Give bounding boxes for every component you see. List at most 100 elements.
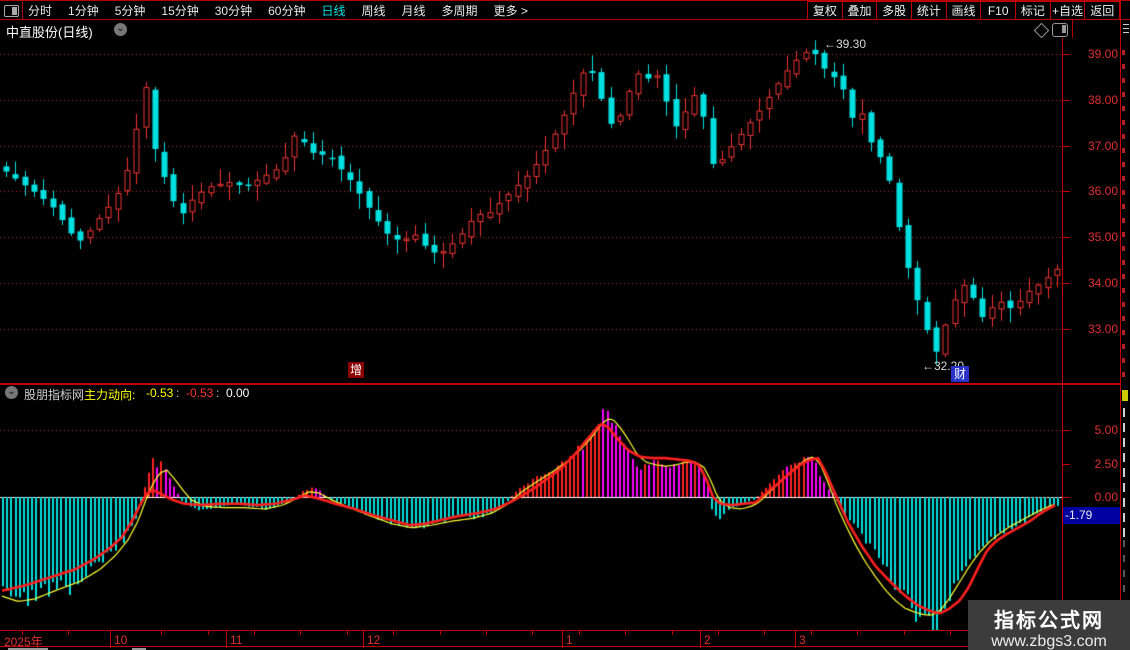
minor-tick: [625, 631, 626, 635]
menu-item-8[interactable]: 月线: [402, 2, 426, 19]
clipped-fragment: [1123, 24, 1129, 25]
menu-item-5[interactable]: 60分钟: [268, 2, 305, 19]
minor-tick: [764, 631, 765, 635]
clipped-fragment: [1123, 438, 1125, 447]
minor-tick: [857, 631, 858, 635]
time-axis: 2025年 10 11 12 1 2 3: [0, 630, 1120, 649]
minor-tick: [486, 631, 487, 635]
clipped-fragment: [1122, 176, 1125, 181]
minor-tick: [68, 631, 69, 635]
clipped-fragment: [1122, 204, 1125, 209]
clipped-fragment: [1122, 162, 1125, 167]
clipped-fragment: [1123, 32, 1129, 33]
clipped-fragment: [1123, 408, 1125, 417]
price-axis-label: 39.00: [1087, 47, 1118, 61]
window-panel-icon[interactable]: [4, 5, 19, 17]
menu-item-6[interactable]: 日线: [321, 2, 345, 19]
menu-item-4[interactable]: 30分钟: [215, 2, 252, 19]
event-marker-cai[interactable]: 财: [951, 366, 969, 382]
minor-tick: [254, 631, 255, 635]
action-button-5[interactable]: F10: [980, 1, 1017, 20]
clipped-fragment: [1122, 246, 1125, 251]
month-separator: [110, 631, 111, 648]
title-bar: 中直股份(日线) ⌄: [0, 20, 1130, 40]
time-axis-label: 3: [799, 633, 806, 647]
clipped-fragment: [1122, 358, 1125, 363]
clipped-fragment: [1123, 528, 1125, 537]
clipped-fragment: [1123, 540, 1125, 547]
indicator-value-red: -0.53: [186, 386, 214, 400]
menu-item-7[interactable]: 周线: [361, 2, 385, 19]
clipped-fragment: [1122, 372, 1125, 377]
colon: :: [216, 386, 220, 400]
action-button-8[interactable]: 返回: [1084, 1, 1121, 20]
clipped-fragment: [1123, 28, 1129, 29]
price-axis-label: 38.00: [1087, 92, 1118, 107]
action-button-1[interactable]: 叠加: [841, 1, 878, 20]
axis-tick: [1063, 191, 1070, 193]
month-separator: [226, 631, 227, 648]
action-button-2[interactable]: 多股: [876, 1, 913, 20]
price-axis-label: 36.00: [1087, 184, 1118, 199]
axis-tick: [1063, 145, 1070, 147]
current-value-box: -1.79: [1063, 507, 1120, 524]
menu-item-0[interactable]: 分时: [28, 2, 52, 19]
right-edge-clipped-panel: [1121, 0, 1130, 650]
clipped-fragment: [1123, 498, 1125, 507]
clipped-fragment: [1123, 483, 1125, 492]
action-button-6[interactable]: 标记: [1015, 1, 1051, 20]
menu-divider: [22, 2, 23, 19]
time-axis-label: 1: [566, 633, 573, 647]
period-menu-bar: 分时 1分钟 5分钟 15分钟 30分钟 60分钟 日线 周线 月线 多周期 更多 > 复权 叠加 多股…: [0, 0, 1130, 20]
menu-item-2[interactable]: 5分钟: [115, 2, 146, 19]
event-marker-zeng[interactable]: 增: [348, 362, 364, 378]
price-axis-label: 34.00: [1087, 276, 1118, 290]
chevron-down-icon[interactable]: ⌄: [114, 23, 127, 36]
watermark-badge: 指标公式网 www.zbgs3.com: [968, 600, 1130, 650]
diamond-icon[interactable]: [1033, 22, 1050, 39]
axis-tick: [1063, 237, 1070, 239]
collapse-chevron-icon[interactable]: ⌄: [5, 386, 18, 399]
month-separator: [700, 631, 701, 648]
minor-tick: [440, 631, 441, 635]
clipped-fragment: [1122, 190, 1125, 195]
action-button-3[interactable]: 统计: [911, 1, 947, 20]
indicator-axis-label: 0.00: [1094, 490, 1118, 504]
indicator-chart-canvas[interactable]: [0, 402, 1062, 630]
minor-tick: [393, 631, 394, 635]
time-axis-label: 10: [114, 633, 128, 647]
clipped-fragment: [1122, 218, 1125, 223]
minor-tick: [718, 631, 719, 635]
price-axis-label: 33.00: [1087, 321, 1118, 336]
clipped-fragment: [1122, 78, 1125, 83]
clipped-fragment: [1122, 390, 1128, 401]
indicator-value-white: 0.00: [226, 386, 250, 400]
clipped-fragment: [1122, 330, 1125, 335]
month-separator: [795, 631, 796, 648]
period-menu: 分时 1分钟 5分钟 15分钟 30分钟 60分钟 日线 周线 月线 多周期 更多 >: [28, 1, 528, 19]
menu-item-9[interactable]: 多周期: [442, 2, 478, 19]
minor-tick: [904, 631, 905, 635]
menu-item-1[interactable]: 1分钟: [68, 2, 99, 19]
price-axis-label: 37.00: [1087, 138, 1118, 153]
minor-tick: [532, 631, 533, 635]
minor-tick: [347, 631, 348, 635]
action-button-0[interactable]: 复权: [807, 1, 843, 20]
layout-toggle-icon[interactable]: [1052, 23, 1068, 37]
axis-border: [1062, 38, 1063, 647]
indicator-value-yellow: -0.53: [146, 386, 174, 400]
watermark-url: www.zbgs3.com: [991, 633, 1107, 650]
minor-tick: [161, 631, 162, 635]
month-separator: [562, 631, 563, 648]
menu-item-3[interactable]: 15分钟: [161, 2, 198, 19]
action-button-4[interactable]: 画线: [945, 1, 982, 20]
clipped-fragment: [1122, 232, 1125, 237]
action-button-7[interactable]: +自选: [1049, 1, 1086, 20]
candlestick-chart-canvas[interactable]: [0, 38, 1062, 383]
axis-tick: [1063, 283, 1070, 284]
menu-item-10[interactable]: 更多 >: [494, 2, 528, 19]
indicator-axis-label: 2.50: [1094, 456, 1118, 471]
clipped-fragment: [1123, 555, 1125, 562]
clipped-fragment: [1122, 316, 1125, 321]
colon: :: [176, 386, 180, 400]
